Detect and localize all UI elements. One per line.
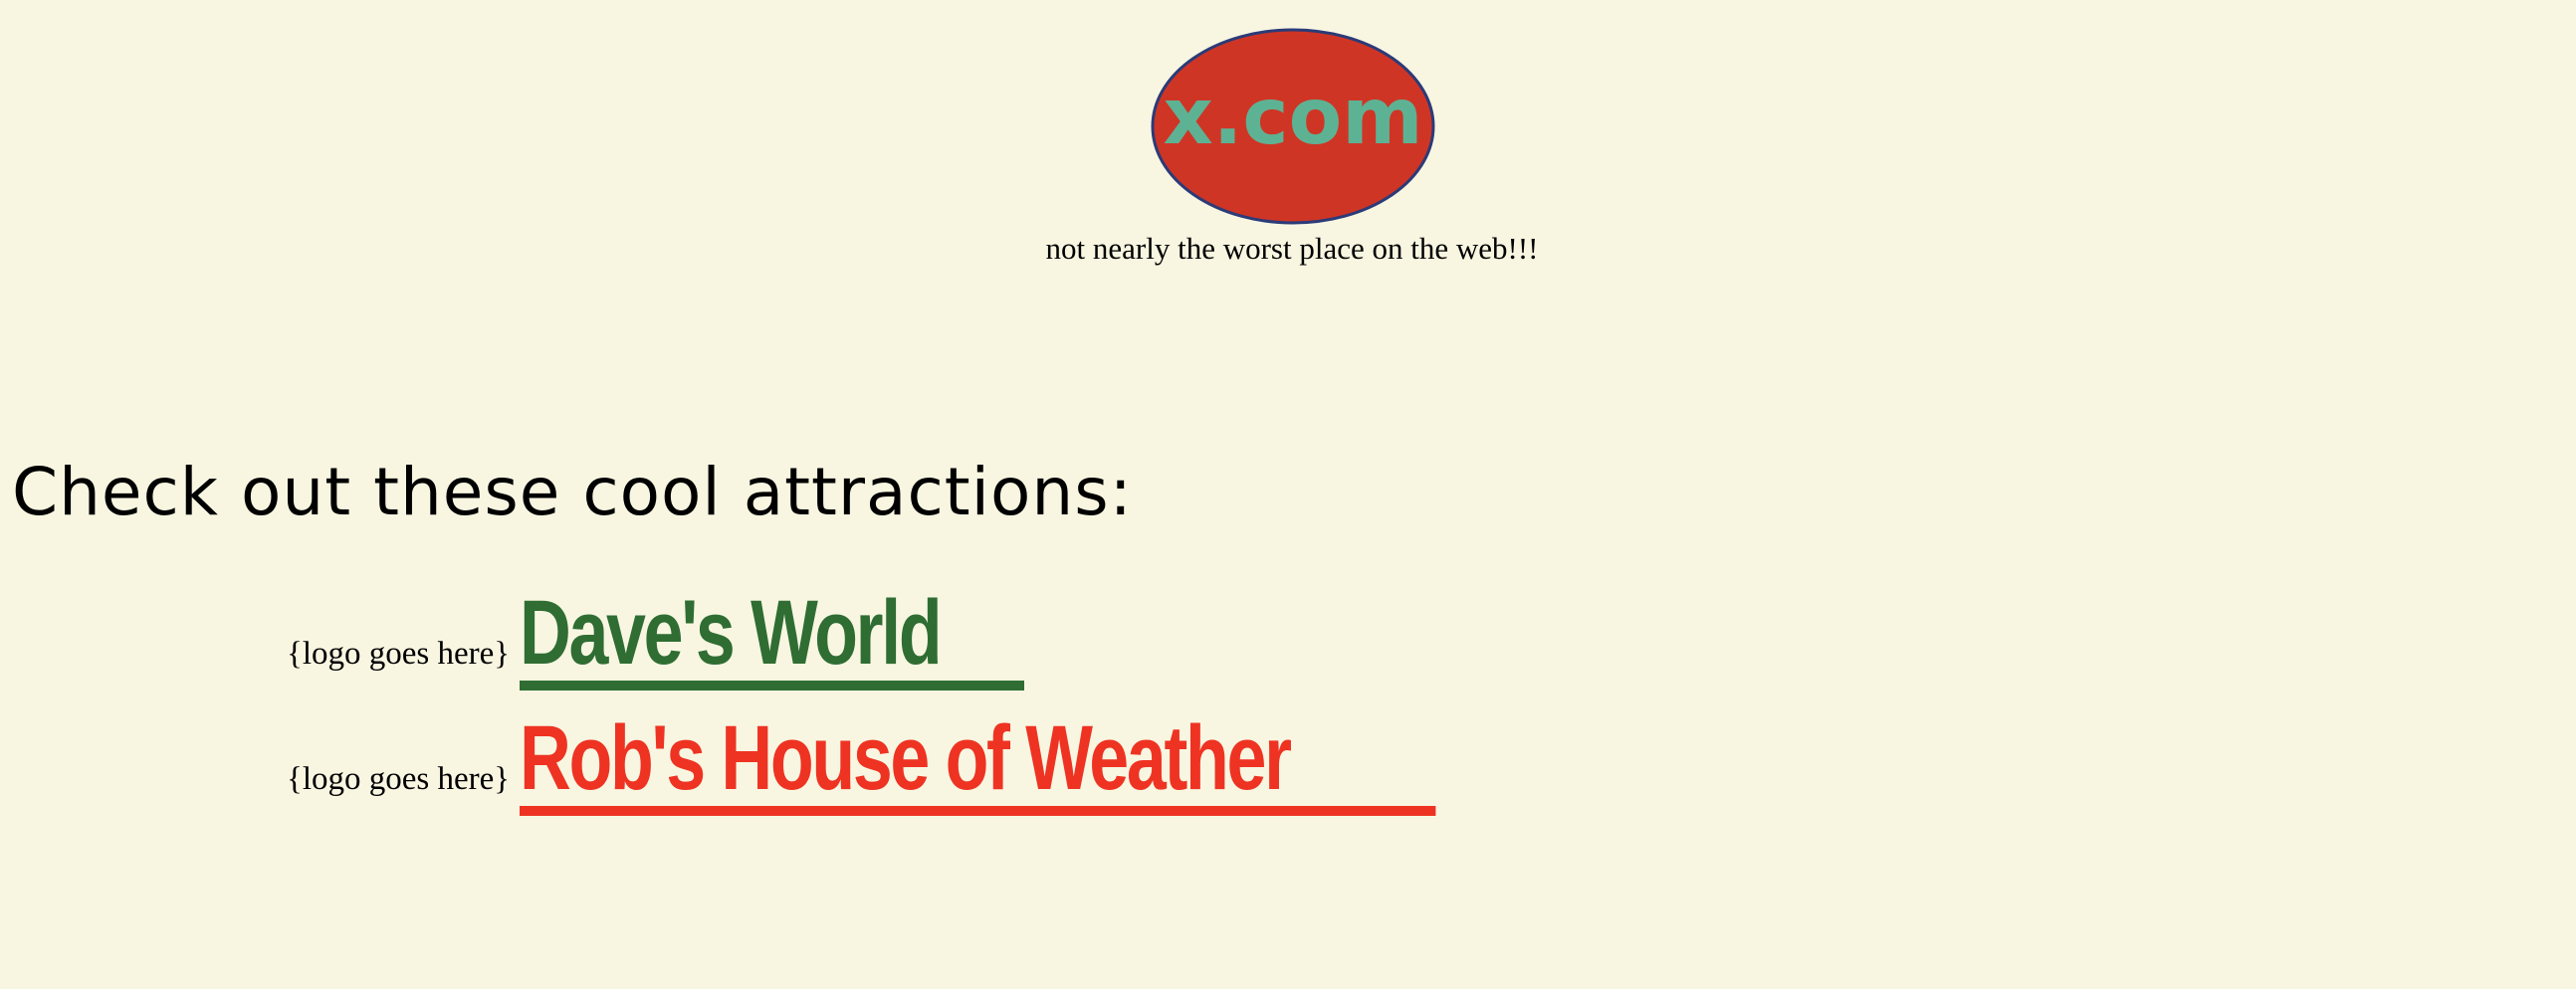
logo-placeholder: {logo goes here} [287,761,511,797]
attraction-item-robs-house-of-weather: {logo goes here} Rob's House of Weather [287,710,1694,816]
daves-world-link[interactable]: Dave's World [520,585,1025,691]
logo-text: x.com [1163,73,1422,162]
robs-house-of-weather-link[interactable]: Rob's House of Weather [520,710,1436,816]
attractions-heading: Check out these cool attractions: [12,454,1133,530]
logo-placeholder: {logo goes here} [287,636,511,672]
attraction-item-daves-world: {logo goes here} Dave's World [287,585,1167,691]
logo-oval: x.com [1151,28,1435,225]
site-logo: x.com [1151,28,1435,225]
site-tagline: not nearly the worst place on the web!!! [1045,231,1539,266]
